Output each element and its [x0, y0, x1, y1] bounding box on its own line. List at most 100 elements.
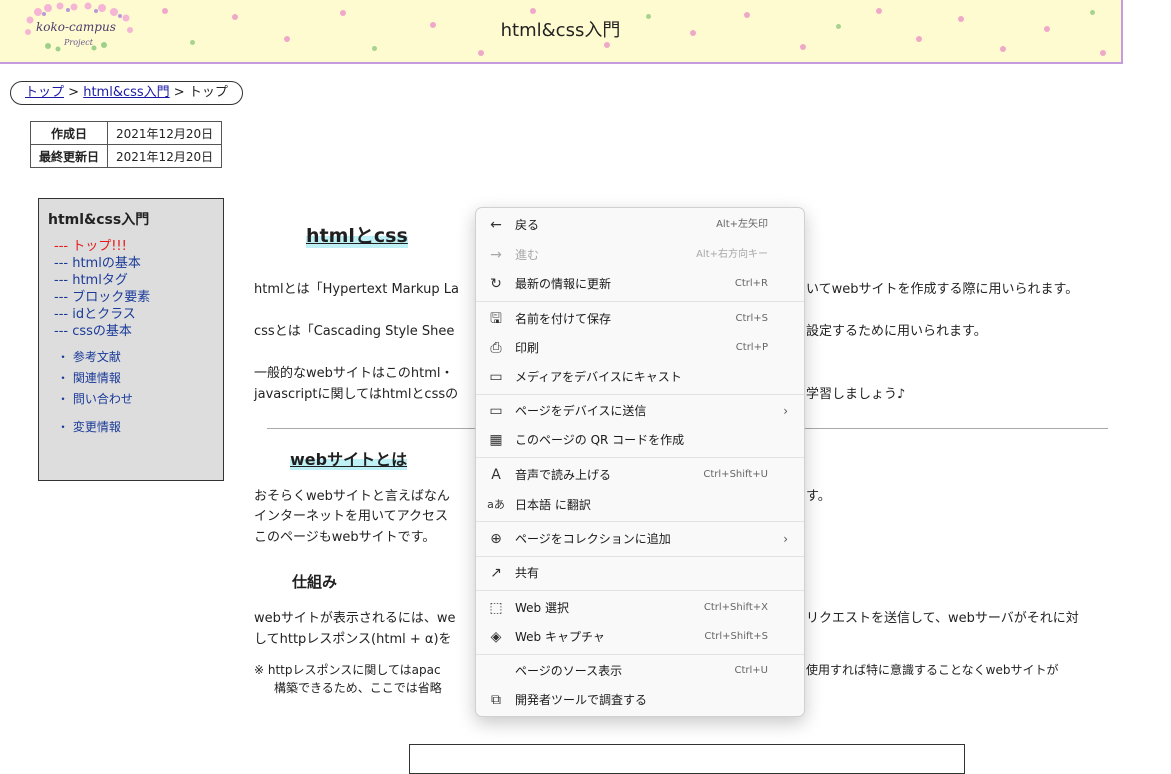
menu-item-view-source[interactable]: ページのソース表示 Ctrl+U	[476, 656, 804, 686]
updated-value: 2021年12月20日	[107, 144, 223, 168]
breadcrumb-link-html-css[interactable]: html&css入門	[83, 85, 169, 100]
menu-separator	[476, 590, 804, 591]
menu-item-shortcut: Alt+左矢印	[716, 219, 768, 230]
menu-separator	[476, 394, 804, 395]
menu-separator	[476, 556, 804, 557]
sidebar-nav: html&css入門 --- トップ!!! --- htmlの基本 --- ht…	[38, 198, 224, 481]
back-arrow-icon: ←	[490, 217, 502, 233]
menu-item-label: Web キャプチャ	[515, 630, 605, 644]
created-value: 2021年12月20日	[107, 121, 223, 145]
cast-icon: ▭	[489, 369, 503, 385]
menu-item-web-select[interactable]: ⬚ Web 選択 Ctrl+Shift+X	[476, 593, 804, 623]
devtools-icon: ⧉	[491, 692, 501, 708]
translate-icon: aあ	[487, 498, 505, 511]
chevron-right-icon: ›	[783, 404, 788, 418]
menu-item-label: 音声で読み上げる	[515, 468, 612, 482]
breadcrumb-separator: >	[173, 85, 185, 100]
menu-item-back[interactable]: ← 戻る Alt+左矢印	[476, 210, 804, 240]
sidebar-item-block-elements[interactable]: --- ブロック要素	[54, 289, 223, 306]
menu-item-shortcut: Ctrl+U	[734, 665, 769, 676]
sidebar-item-id-class[interactable]: --- idとクラス	[54, 306, 223, 323]
menu-item-read-aloud[interactable]: A 音声で読み上げる Ctrl+Shift+U	[476, 460, 804, 490]
menu-item-label: ページをデバイスに送信	[515, 404, 647, 418]
breadcrumb: トップ > html&css入門 > トップ	[10, 81, 243, 105]
menu-item-label: 進む	[515, 248, 540, 262]
paragraph-general-b-end: 学習しましょう♪	[806, 387, 906, 402]
menu-item-label: 戻る	[515, 218, 540, 232]
sidebar-item-css-basics[interactable]: --- cssの基本	[54, 323, 223, 340]
paragraph-mechanism-a: webサイトが表示されるには、we	[254, 611, 456, 626]
menu-item-share[interactable]: ↗ 共有	[476, 558, 804, 588]
menu-item-web-capture[interactable]: ◈ Web キャプチャ Ctrl+Shift+S	[476, 622, 804, 652]
sidebar-link-changelog[interactable]: ・ 変更情報	[57, 417, 223, 438]
read-aloud-icon: A	[491, 467, 501, 483]
paragraph-website-a: おそらくwebサイトと言えばなん	[254, 489, 450, 504]
menu-item-shortcut: Alt+右方向キー	[696, 249, 768, 260]
menu-item-forward[interactable]: → 進む Alt+右方向キー	[476, 240, 804, 270]
menu-item-label: ページをコレクションに追加	[515, 532, 671, 546]
menu-item-label: ページのソース表示	[515, 664, 623, 678]
menu-item-label: 名前を付けて保存	[515, 312, 612, 326]
menu-item-print[interactable]: ⎙ 印刷 Ctrl+P	[476, 333, 804, 363]
menu-item-label: 印刷	[515, 341, 540, 355]
sidebar-item-html-tags[interactable]: --- htmlタグ	[54, 272, 223, 289]
menu-item-shortcut: Ctrl+Shift+X	[703, 602, 768, 613]
paragraph-website-c: このページもwebサイトです。	[254, 530, 436, 545]
sidebar-item-top[interactable]: --- トップ!!!	[54, 238, 223, 255]
page-title: html&css入門	[500, 20, 621, 41]
save-as-icon: 🖫	[490, 311, 502, 327]
breadcrumb-separator: >	[68, 85, 80, 100]
menu-separator	[476, 301, 804, 302]
chevron-right-icon: ›	[783, 532, 788, 546]
sidebar-link-contact[interactable]: ・ 問い合わせ	[57, 389, 223, 410]
menu-item-label: 日本語 に翻訳	[515, 498, 591, 512]
menu-item-refresh[interactable]: ↻ 最新の情報に更新 Ctrl+R	[476, 269, 804, 299]
sidebar-link-related[interactable]: ・ 関連情報	[57, 368, 223, 389]
breadcrumb-link-top[interactable]: トップ	[25, 85, 64, 100]
heading-website: webサイトとは	[290, 446, 408, 470]
sidebar-link-references[interactable]: ・ 参考文献	[57, 347, 223, 368]
created-label: 作成日	[29, 121, 109, 145]
menu-item-translate[interactable]: aあ 日本語 に翻訳	[476, 490, 804, 520]
sidebar-title: html&css入門	[48, 212, 150, 228]
menu-item-shortcut: Ctrl+R	[734, 278, 768, 289]
menu-item-qr-code[interactable]: ▦ このページの QR コードを作成	[476, 425, 804, 455]
menu-item-label: Web 選択	[515, 601, 569, 615]
sidebar-item-html-basics[interactable]: --- htmlの基本	[54, 255, 223, 272]
paragraph-website-a-end: す。	[806, 489, 831, 504]
paragraph-html-intro-end: いてwebサイトを作成する際に用いられます。	[806, 282, 1079, 297]
menu-item-cast[interactable]: ▭ メディアをデバイスにキャスト	[476, 362, 804, 392]
forward-arrow-icon: →	[490, 247, 502, 263]
site-header: koko-campus Project html&css入門	[0, 0, 1123, 64]
menu-item-add-to-collection[interactable]: ⊕ ページをコレクションに追加 ›	[476, 524, 804, 554]
add-to-collection-icon: ⊕	[490, 531, 502, 547]
web-capture-icon: ◈	[490, 629, 502, 645]
paragraph-website-b: インターネットを用いてアクセス	[254, 509, 448, 524]
menu-item-shortcut: Ctrl+Shift+U	[703, 469, 768, 480]
menu-item-label: 最新の情報に更新	[515, 277, 612, 291]
menu-item-send-to-device[interactable]: ▭ ページをデバイスに送信 ›	[476, 396, 804, 426]
note-response-b: 構築できるため、ここでは省略	[274, 681, 442, 695]
heading-html-css: htmlとcss	[306, 221, 408, 248]
menu-item-label: 共有	[515, 566, 540, 580]
print-icon: ⎙	[490, 340, 502, 356]
paragraph-mechanism-a-end: リクエストを送信して、webサーバがそれに対	[806, 611, 1079, 626]
breadcrumb-current: トップ	[188, 85, 228, 100]
menu-item-inspect[interactable]: ⧉ 開発者ツールで調査する	[476, 685, 804, 715]
share-icon: ↗	[490, 565, 502, 581]
updated-label: 最終更新日	[29, 144, 109, 168]
menu-item-label: 開発者ツールで調査する	[515, 693, 648, 707]
web-select-icon: ⬚	[489, 600, 503, 616]
menu-item-shortcut: Ctrl+P	[735, 342, 768, 353]
menu-item-save-as[interactable]: 🖫 名前を付けて保存 Ctrl+S	[476, 304, 804, 334]
menu-item-shortcut: Ctrl+S	[735, 313, 768, 324]
refresh-icon: ↻	[490, 276, 502, 292]
bottom-box	[409, 744, 965, 774]
menu-separator	[476, 521, 804, 522]
context-menu: ← 戻る Alt+左矢印 → 進む Alt+右方向キー ↻ 最新の情報に更新 C…	[475, 207, 805, 717]
qr-code-icon: ▦	[489, 432, 503, 448]
menu-separator	[476, 457, 804, 458]
paragraph-mechanism-b: してhttpレスポンス(html + α)を	[254, 632, 452, 647]
menu-item-label: このページの QR コードを作成	[515, 433, 685, 447]
menu-item-shortcut: Ctrl+Shift+S	[704, 631, 768, 642]
